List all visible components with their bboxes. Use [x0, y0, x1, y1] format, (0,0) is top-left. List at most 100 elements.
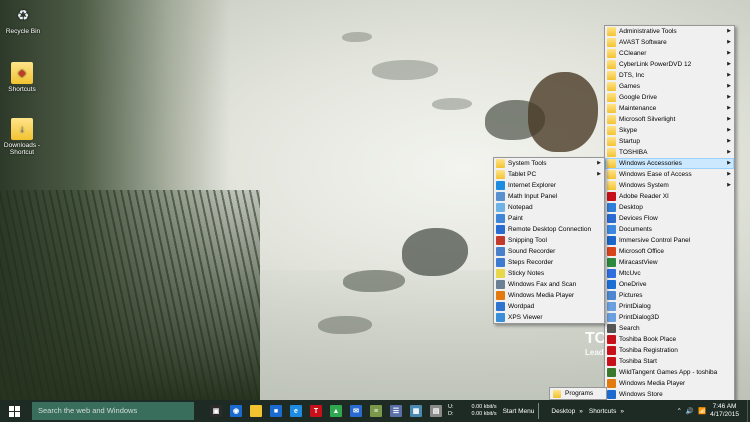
menu-item[interactable]: Steps Recorder [494, 257, 604, 268]
menu-item[interactable]: MtcUvc [605, 268, 734, 279]
menu-item[interactable]: PrintDialog3D [605, 312, 734, 323]
menu-item-label: Paint [508, 215, 523, 222]
windows-store-icon: ■ [270, 405, 282, 417]
taskbar-pinned-app[interactable]: ☰ [386, 400, 406, 422]
show-hidden-icons-chevron[interactable]: ⌃ [676, 407, 681, 415]
task-view-icon: ▣ [210, 405, 222, 417]
menu-item[interactable]: Microsoft Silverlight ▶ [605, 114, 734, 125]
desktop-icon-downloads-shortcut[interactable]: ↓ Downloads - Shortcut [0, 118, 44, 156]
menu-item[interactable]: Windows System ▶ [605, 180, 734, 191]
taskbar-pinned-app[interactable]: T [306, 400, 326, 422]
menu-item[interactable]: Notepad [494, 202, 604, 213]
submenu-arrow-icon: ▶ [727, 182, 731, 188]
menu-item[interactable]: Pictures [605, 290, 734, 301]
volume-icon[interactable]: 🔊 [686, 407, 694, 415]
menu-item-label: Tablet PC [508, 171, 537, 178]
taskbar-clock[interactable]: 7:46 AM 4/17/2015 [710, 403, 739, 419]
toolbar-desktop[interactable]: Desktop [551, 408, 575, 415]
menu-item[interactable]: Immersive Control Panel [605, 235, 734, 246]
menu-item[interactable]: Search [605, 323, 734, 334]
shortcuts-folder-icon: ◆ [11, 62, 33, 84]
programs-toolbar-button[interactable]: Programs [549, 387, 607, 400]
menu-item[interactable]: XPS Viewer [494, 312, 604, 323]
taskbar-pinned-app[interactable]: ▤ [426, 400, 446, 422]
menu-item[interactable]: Documents [605, 224, 734, 235]
menu-item[interactable]: TOSHIBA ▶ [605, 147, 734, 158]
menu-item[interactable]: AVAST Software ▶ [605, 37, 734, 48]
taskbar-pinned-app[interactable]: ▲ [326, 400, 346, 422]
menu-item[interactable]: Microsoft Office [605, 246, 734, 257]
menu-item-label: MiracastView [619, 259, 658, 266]
folder-icon [607, 60, 616, 69]
menu-item[interactable]: Math Input Panel [494, 191, 604, 202]
taskbar-pinned-app[interactable]: e [286, 400, 306, 422]
menu-item-label: Startup [619, 138, 640, 145]
menu-item[interactable]: Windows Accessories ▶ [605, 158, 734, 169]
desktop-icon-shortcuts[interactable]: ◆ Shortcuts [0, 62, 44, 93]
menu-item[interactable]: Google Drive ▶ [605, 92, 734, 103]
menu-item[interactable]: Sticky Notes [494, 268, 604, 279]
menu-item[interactable]: Games ▶ [605, 81, 734, 92]
media-icon: ▤ [430, 405, 442, 417]
menu-item[interactable]: PrintDialog [605, 301, 734, 312]
menu-item-label: OneDrive [619, 281, 647, 288]
taskbar-pinned-app[interactable]: ✉ [346, 400, 366, 422]
toolbar-chevron[interactable]: » [579, 408, 583, 415]
menu-item[interactable]: Windows Media Player [605, 378, 734, 389]
menu-item[interactable]: Wordpad [494, 301, 604, 312]
menu-item-label: Microsoft Silverlight [619, 116, 676, 123]
menu-item[interactable]: Windows Ease of Access ▶ [605, 169, 734, 180]
menu-item[interactable]: Toshiba Book Place [605, 334, 734, 345]
menu-item[interactable]: Remote Desktop Connection [494, 224, 604, 235]
menu-item[interactable]: Sound Recorder [494, 246, 604, 257]
folder-icon [607, 115, 616, 124]
toolbar-start-menu[interactable]: Start Menu [503, 408, 535, 415]
folder-icon [607, 159, 616, 168]
taskbar-pinned-app[interactable] [246, 400, 266, 422]
taskbar-pinned-app[interactable]: ▣ [206, 400, 226, 422]
taskbar-search-box[interactable]: Search the web and Windows [32, 402, 194, 420]
menu-item[interactable]: Administrative Tools ▶ [605, 26, 734, 37]
menu-item[interactable]: Windows Media Player [494, 290, 604, 301]
taskbar-pinned-app[interactable]: ≡ [366, 400, 386, 422]
upload-speed: 0.00 kbit/s [471, 404, 497, 410]
menu-item[interactable]: WildTangent Games App - toshiba [605, 367, 734, 378]
vpn-icon: ◉ [230, 405, 242, 417]
menu-item[interactable]: Toshiba Registration [605, 345, 734, 356]
start-button[interactable] [0, 400, 28, 422]
wallpaper-bird [318, 316, 372, 334]
menu-item[interactable]: CyberLink PowerDVD 12 ▶ [605, 59, 734, 70]
network-wifi-icon[interactable]: 📶 [698, 407, 706, 415]
menu-item[interactable]: Skype ▶ [605, 125, 734, 136]
programs-label: Programs [565, 390, 594, 397]
folder-icon [607, 71, 616, 80]
menu-item[interactable]: Adobe Reader XI [605, 191, 734, 202]
menu-item[interactable]: Paint [494, 213, 604, 224]
menu-item[interactable]: Devices Flow [605, 213, 734, 224]
menu-item[interactable]: Internet Explorer [494, 180, 604, 191]
menu-item[interactable]: Windows Store [605, 389, 734, 400]
menu-item[interactable]: Windows Fax and Scan [494, 279, 604, 290]
menu-item[interactable]: Snipping Tool [494, 235, 604, 246]
menu-item[interactable]: Desktop [605, 202, 734, 213]
store-icon [607, 390, 616, 399]
menu-item[interactable]: Maintenance ▶ [605, 103, 734, 114]
math-input-icon [496, 192, 505, 201]
menu-item-label: Desktop [619, 204, 643, 211]
menu-item[interactable]: DTS, Inc ▶ [605, 70, 734, 81]
menu-item[interactable]: Tablet PC ▶ [494, 169, 604, 180]
menu-item[interactable]: Startup ▶ [605, 136, 734, 147]
taskbar-pinned-app[interactable]: ◉ [226, 400, 246, 422]
toolbar-shortcuts[interactable]: Shortcuts [589, 408, 616, 415]
taskbar-pinned-app[interactable]: ▦ [406, 400, 426, 422]
notepad-icon [496, 203, 505, 212]
menu-item[interactable]: System Tools ▶ [494, 158, 604, 169]
menu-item[interactable]: CCleaner ▶ [605, 48, 734, 59]
toolbar-chevron[interactable]: » [620, 408, 624, 415]
menu-item[interactable]: MiracastView [605, 257, 734, 268]
desktop-icon-recycle-bin[interactable]: ♻ Recycle Bin [1, 4, 45, 36]
menu-item[interactable]: OneDrive [605, 279, 734, 290]
menu-item[interactable]: Toshiba Start [605, 356, 734, 367]
taskbar-pinned-app[interactable]: ■ [266, 400, 286, 422]
wallpaper-bird [342, 32, 372, 42]
